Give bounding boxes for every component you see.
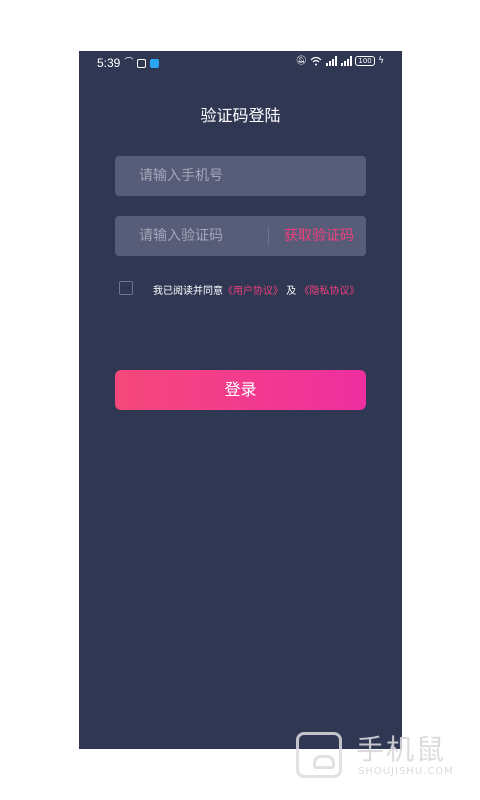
login-button[interactable]: 登录 <box>115 370 366 410</box>
page-title: 验证码登陆 <box>200 106 281 125</box>
agreement-checkbox[interactable] <box>119 281 133 295</box>
verification-code-input[interactable] <box>115 216 265 256</box>
app-icon <box>150 58 160 68</box>
signal-icon <box>326 56 338 66</box>
user-agreement-link[interactable]: 《用户协议》 <box>223 286 283 297</box>
signal-icon <box>341 56 353 66</box>
code-field: 获取验证码 <box>115 216 366 256</box>
privacy-policy-link[interactable]: 《隐私协议》 <box>299 286 359 297</box>
battery-level: 100 <box>358 57 372 65</box>
battery-icon: 100 <box>355 56 376 66</box>
agreement-row: 我已阅读并同意《用户协议》 及 《隐私协议》 <box>119 281 379 297</box>
watermark-logo-icon <box>296 732 342 778</box>
wifi-icon <box>310 56 322 66</box>
agreement-prefix: 我已阅读并同意 <box>153 286 223 297</box>
agreement-text: 我已阅读并同意《用户协议》 及 《隐私协议》 <box>153 282 359 297</box>
get-code-button[interactable]: 获取验证码 <box>284 216 354 256</box>
mute-icon: 🔕︎ <box>295 56 308 66</box>
status-right: 🔕︎ 100 ϟ <box>296 56 384 66</box>
status-left: 5:39 ⌒ <box>97 56 160 70</box>
watermark: 手机鼠 SHOUJISHU.COM <box>296 728 466 788</box>
charging-icon: ϟ <box>378 56 384 66</box>
phone-screen: 5:39 ⌒ 🔕︎ 100 ϟ 验证码登陆 请输入手机号 请输入验证码 获取验证… <box>79 51 402 749</box>
missed-call-icon: ⌒ <box>124 58 134 68</box>
field-divider <box>268 227 269 245</box>
agreement-and: 及 <box>286 286 297 297</box>
status-time: 5:39 <box>97 56 121 70</box>
watermark-subtext: SHOUJISHU.COM <box>358 766 454 777</box>
status-bar: 5:39 ⌒ 🔕︎ 100 ϟ <box>79 51 402 75</box>
phone-field <box>115 156 366 196</box>
watermark-text: 手机鼠 <box>356 733 447 766</box>
phone-input[interactable] <box>115 156 366 196</box>
sim-icon <box>137 58 147 68</box>
